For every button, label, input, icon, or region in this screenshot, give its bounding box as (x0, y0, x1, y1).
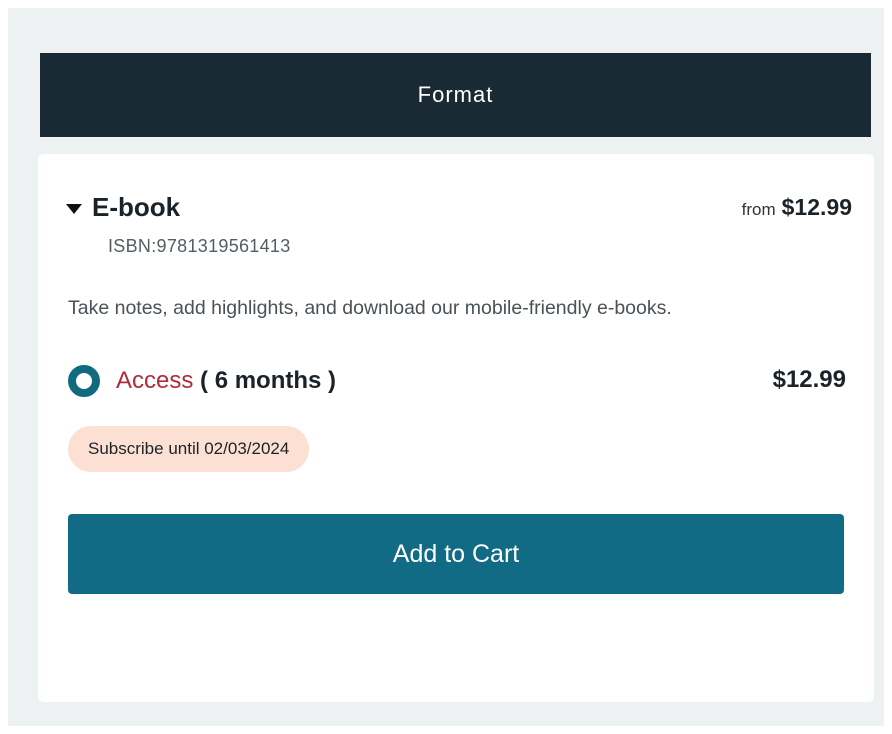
option-name: Access (116, 367, 194, 394)
format-header-title: Format (417, 82, 494, 107)
format-name: E-book (92, 192, 181, 222)
format-description: Take notes, add highlights, and download… (68, 297, 672, 319)
from-price: from $12.99 (742, 194, 852, 221)
subscription-label: Subscribe until 02/03/2024 (88, 439, 290, 458)
format-panel: Format E-book from $12.99 ISBN:978131956… (8, 8, 884, 726)
option-label: Access ( 6 months ) (116, 367, 336, 395)
from-label: from (741, 200, 776, 219)
format-card: E-book from $12.99 ISBN:9781319561413 Ta… (38, 154, 874, 702)
isbn: ISBN:9781319561413 (108, 236, 291, 256)
add-to-cart-button[interactable]: Add to Cart (68, 514, 844, 594)
format-header: Format (40, 53, 871, 137)
option-price: $12.99 (772, 366, 846, 393)
access-option[interactable]: Access ( 6 months ) $12.99 (68, 364, 846, 398)
caret-down-icon[interactable] (66, 203, 82, 214)
from-price-value: $12.99 (781, 194, 852, 220)
radio-selected-icon[interactable] (68, 365, 100, 397)
subscription-badge: Subscribe until 02/03/2024 (68, 426, 310, 472)
ebook-toggle[interactable]: E-book (66, 192, 180, 223)
option-duration: ( 6 months ) (193, 367, 337, 394)
